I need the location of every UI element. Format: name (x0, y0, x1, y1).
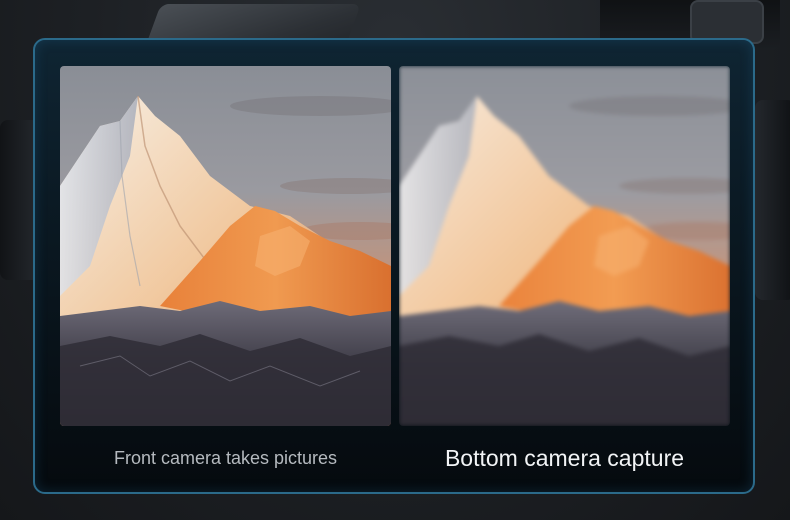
front-camera-caption: Front camera takes pictures (113, 448, 338, 468)
bottom-camera-caption: Bottom camera capture (444, 445, 685, 471)
product-comparison-banner: Front camera takes pictures Bottom camer… (0, 0, 790, 520)
front-camera-photo (60, 66, 391, 426)
bottom-camera-photo (399, 66, 730, 426)
background-device-shape (755, 100, 790, 300)
